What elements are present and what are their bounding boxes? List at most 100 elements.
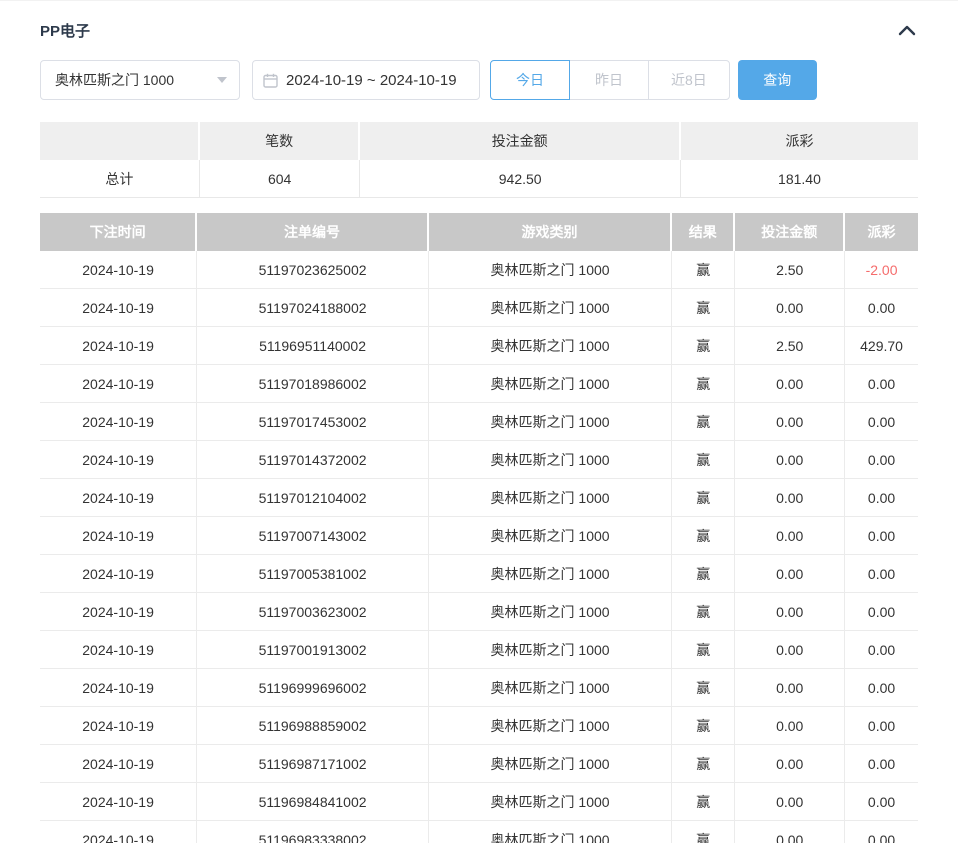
result-cell: 赢 [672, 783, 735, 821]
quick-filter-group: 今日昨日近8日 [490, 60, 730, 100]
game-category-cell: 奥林匹斯之门 1000 [429, 251, 672, 289]
payout-cell: 0.00 [845, 365, 918, 403]
records-column-header: 结果 [672, 213, 735, 251]
bet-amount-cell: 0.00 [735, 745, 845, 783]
total-payout-cell: 181.40 [681, 160, 918, 198]
table-row: 2024-10-1951196984841002奥林匹斯之门 1000赢0.00… [40, 783, 918, 821]
result-cell: 赢 [672, 289, 735, 327]
result-cell: 赢 [672, 707, 735, 745]
quick-filter-today-button[interactable]: 今日 [490, 60, 570, 100]
result-cell: 赢 [672, 441, 735, 479]
table-row: 2024-10-1951196988859002奥林匹斯之门 1000赢0.00… [40, 707, 918, 745]
table-row: 2024-10-1951197017453002奥林匹斯之门 1000赢0.00… [40, 403, 918, 441]
bet-time-cell: 2024-10-19 [40, 593, 197, 631]
game-select-value: 奥林匹斯之门 1000 [55, 70, 174, 90]
summary-column-header: 派彩 [681, 122, 918, 160]
records-column-header: 游戏类别 [429, 213, 672, 251]
result-cell: 赢 [672, 745, 735, 783]
payout-cell: 0.00 [845, 479, 918, 517]
summary-column-header [40, 122, 200, 160]
page-title: PP电子 [40, 20, 90, 41]
records-table: 下注时间注单编号游戏类别结果投注金额派彩 2024-10-19511970236… [40, 213, 918, 843]
order-number-cell: 51197005381002 [197, 555, 429, 593]
bet-time-cell: 2024-10-19 [40, 631, 197, 669]
bet-time-cell: 2024-10-19 [40, 327, 197, 365]
quick-filter-last-8-days-button[interactable]: 近8日 [648, 60, 730, 100]
payout-cell: 0.00 [845, 821, 918, 843]
result-cell: 赢 [672, 593, 735, 631]
payout-cell: 0.00 [845, 441, 918, 479]
caret-down-icon [217, 77, 227, 83]
total-count-cell: 604 [200, 160, 361, 198]
bet-amount-cell: 0.00 [735, 783, 845, 821]
bet-time-cell: 2024-10-19 [40, 555, 197, 593]
table-row: 2024-10-1951196999696002奥林匹斯之门 1000赢0.00… [40, 669, 918, 707]
result-cell: 赢 [672, 403, 735, 441]
order-number-cell: 51196988859002 [197, 707, 429, 745]
result-cell: 赢 [672, 555, 735, 593]
game-select[interactable]: 奥林匹斯之门 1000 [40, 60, 240, 100]
order-number-cell: 51197018986002 [197, 365, 429, 403]
summary-column-header: 笔数 [200, 122, 361, 160]
game-category-cell: 奥林匹斯之门 1000 [429, 593, 672, 631]
bet-amount-cell: 0.00 [735, 441, 845, 479]
table-row: 2024-10-1951197007143002奥林匹斯之门 1000赢0.00… [40, 517, 918, 555]
date-range-value: 2024-10-19 ~ 2024-10-19 [286, 72, 457, 89]
bet-amount-cell: 0.00 [735, 631, 845, 669]
table-row: 2024-10-1951197018986002奥林匹斯之门 1000赢0.00… [40, 365, 918, 403]
payout-cell: 0.00 [845, 631, 918, 669]
summary-header-row: 笔数投注金额派彩 [40, 122, 918, 160]
payout-cell: 0.00 [845, 555, 918, 593]
date-range-input[interactable]: 2024-10-19 ~ 2024-10-19 [252, 60, 480, 100]
filter-bar: 奥林匹斯之门 1000 2024-10-19 ~ 2024-10-19 今日昨日… [40, 60, 918, 100]
bet-amount-cell: 0.00 [735, 403, 845, 441]
search-button[interactable]: 查询 [738, 60, 817, 100]
table-row: 2024-10-1951197024188002奥林匹斯之门 1000赢0.00… [40, 289, 918, 327]
bet-amount-cell: 2.50 [735, 251, 845, 289]
result-cell: 赢 [672, 517, 735, 555]
bet-time-cell: 2024-10-19 [40, 441, 197, 479]
pp-electronic-panel: PP电子 奥林匹斯之门 1000 2024-10-1 [0, 0, 958, 843]
total-bet-amount-cell: 942.50 [360, 160, 680, 198]
order-number-cell: 51197001913002 [197, 631, 429, 669]
bet-amount-cell: 0.00 [735, 669, 845, 707]
bet-amount-cell: 0.00 [735, 593, 845, 631]
game-category-cell: 奥林匹斯之门 1000 [429, 707, 672, 745]
order-number-cell: 51197003623002 [197, 593, 429, 631]
bet-time-cell: 2024-10-19 [40, 783, 197, 821]
result-cell: 赢 [672, 327, 735, 365]
game-category-cell: 奥林匹斯之门 1000 [429, 479, 672, 517]
bet-amount-cell: 0.00 [735, 365, 845, 403]
payout-cell: 0.00 [845, 745, 918, 783]
game-category-cell: 奥林匹斯之门 1000 [429, 631, 672, 669]
result-cell: 赢 [672, 821, 735, 843]
bet-amount-cell: 2.50 [735, 327, 845, 365]
game-category-cell: 奥林匹斯之门 1000 [429, 403, 672, 441]
result-cell: 赢 [672, 479, 735, 517]
table-row: 2024-10-1951197005381002奥林匹斯之门 1000赢0.00… [40, 555, 918, 593]
game-category-cell: 奥林匹斯之门 1000 [429, 441, 672, 479]
game-category-cell: 奥林匹斯之门 1000 [429, 669, 672, 707]
calendar-icon [263, 73, 278, 88]
bet-amount-cell: 0.00 [735, 517, 845, 555]
table-row: 2024-10-1951197023625002奥林匹斯之门 1000赢2.50… [40, 251, 918, 289]
records-tbody: 2024-10-1951197023625002奥林匹斯之门 1000赢2.50… [40, 251, 918, 843]
table-row: 2024-10-1951197012104002奥林匹斯之门 1000赢0.00… [40, 479, 918, 517]
order-number-cell: 51197017453002 [197, 403, 429, 441]
payout-cell: 0.00 [845, 783, 918, 821]
result-cell: 赢 [672, 669, 735, 707]
result-cell: 赢 [672, 631, 735, 669]
order-number-cell: 51197024188002 [197, 289, 429, 327]
table-row: 2024-10-1951196951140002奥林匹斯之门 1000赢2.50… [40, 327, 918, 365]
game-category-cell: 奥林匹斯之门 1000 [429, 289, 672, 327]
records-header-row: 下注时间注单编号游戏类别结果投注金额派彩 [40, 213, 918, 251]
summary-total-row: 总计 604 942.50 181.40 [40, 160, 918, 198]
quick-filter-yesterday-button[interactable]: 昨日 [569, 60, 649, 100]
collapse-panel-button[interactable] [896, 21, 918, 39]
table-row: 2024-10-1951197001913002奥林匹斯之门 1000赢0.00… [40, 631, 918, 669]
bet-amount-cell: 0.00 [735, 289, 845, 327]
order-number-cell: 51197023625002 [197, 251, 429, 289]
bet-time-cell: 2024-10-19 [40, 403, 197, 441]
payout-cell: 0.00 [845, 517, 918, 555]
game-category-cell: 奥林匹斯之门 1000 [429, 821, 672, 843]
